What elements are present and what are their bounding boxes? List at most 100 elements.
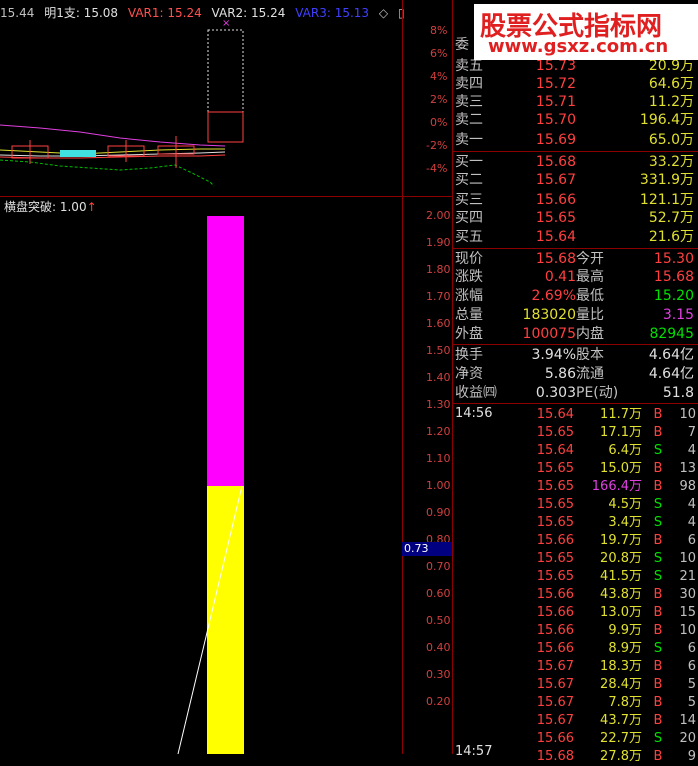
ma-line-magenta [0,124,226,147]
y-tick: 0.20 [426,695,451,708]
y-tick: 0.40 [426,641,451,654]
tick-price: 15.67 [536,677,574,692]
tick-volume: 28.4万 [600,677,642,692]
tick-direction: B [653,749,663,764]
stat-row: 收益㈣ 0.303 PE(动) 51.8 [455,385,694,401]
y-tick: 2% [430,93,448,106]
tick-row[interactable]: 15.65 15.0万 B 13 [452,460,698,478]
tick-row[interactable]: 15.66 13.0万 B 15 [452,604,698,622]
y-tick: 0.30 [426,668,451,681]
buy-row[interactable]: 买三 15.66 121.1万 [452,191,698,209]
tick-price: 15.65 [536,569,574,584]
y-tick: 4% [430,70,448,83]
tick-row[interactable]: 15.66 43.8万 B 30 [452,586,698,604]
tick-volume: 19.7万 [600,533,642,548]
tick-row[interactable]: 15.64 11.7万 B 10 [452,406,698,424]
tick-volume: 11.7万 [600,407,642,422]
stat-row: 总量 183020 量比 3.15 [455,307,694,323]
stat-row: 换手 3.94% 股本 4.64亿 [455,347,694,363]
tick-count: 5 [687,695,696,710]
tick-direction: B [653,479,663,494]
y-tick: 1.20 [426,425,451,438]
tick-price: 15.66 [536,731,574,746]
tick-row[interactable]: 15.65 17.1万 B 7 [452,424,698,442]
tick-row[interactable]: 15.67 7.8万 B 5 [452,694,698,712]
tick-count: 30 [679,587,696,602]
stat-row: 外盘 100075 内盘 82945 [455,326,694,342]
tick-count: 10 [679,623,696,638]
tick-direction: S [653,569,663,584]
tick-volume: 4.5万 [608,497,642,512]
tick-row[interactable]: 15.66 9.9万 B 10 [452,622,698,640]
tick-direction: B [653,659,663,674]
tick-row[interactable]: 15.65 166.4万 B 98 [452,478,698,496]
tick-volume: 15.0万 [600,461,642,476]
sell-row[interactable]: 卖一 15.69 65.0万 [452,131,698,149]
buy-row[interactable]: 买四 15.65 52.7万 [452,209,698,227]
tick-price: 15.64 [536,443,574,458]
buy-row[interactable]: 买五 15.64 21.6万 [452,228,698,246]
tick-count: 4 [687,443,696,458]
site-logo: 股票公式指标网 www.gsxz.com.cn [474,4,698,60]
tick-direction: B [653,677,663,692]
tick-count: 10 [679,551,696,566]
cursor-value-label: 0.73 [402,542,454,556]
candle-last [207,111,244,143]
tick-count: 15 [679,605,696,620]
tick-direction: B [653,587,663,602]
tick-volume: 17.1万 [600,425,642,440]
y-tick: 0.90 [426,506,451,519]
sell-row[interactable]: 卖二 15.70 196.4万 [452,111,698,129]
tick-price: 15.65 [536,497,574,512]
y-tick: 1.70 [426,290,451,303]
tick-count: 4 [687,497,696,512]
kline-chart[interactable]: × [0,0,402,196]
high-low-box [207,29,244,143]
tick-count: 7 [687,425,696,440]
tick-row[interactable]: 15.67 18.3万 B 6 [452,658,698,676]
sell-row[interactable]: 卖四 15.72 64.6万 [452,75,698,93]
y-tick: -2% [426,139,448,152]
buy-row[interactable]: 买二 15.67 331.9万 [452,171,698,189]
y-tick: 0.60 [426,587,451,600]
tick-row[interactable]: 15.67 43.7万 B 14 [452,712,698,730]
buy-row[interactable]: 买一 15.68 33.2万 [452,153,698,171]
tick-row[interactable]: 15.67 28.4万 B 5 [452,676,698,694]
tick-direction: S [653,497,663,512]
tick-row[interactable]: 15.65 20.8万 S 10 [452,550,698,568]
tick-volume: 20.8万 [600,551,642,566]
lower-axis: 2.00 1.90 1.80 1.70 1.60 1.50 1.40 1.30 … [402,196,454,754]
tick-row[interactable]: 15.65 41.5万 S 21 [452,568,698,586]
tick-volume: 7.8万 [608,695,642,710]
lower-band-dashed [0,159,215,187]
tick-price: 15.66 [536,641,574,656]
tick-price: 15.65 [536,479,574,494]
tick-price: 15.65 [536,551,574,566]
tick-row[interactable]: 15.66 19.7万 B 6 [452,532,698,550]
tick-count: 9 [687,749,696,764]
tick-row[interactable]: 15.65 3.4万 S 4 [452,514,698,532]
tick-direction: S [653,641,663,656]
tick-volume: 18.3万 [600,659,642,674]
upper-axis: 8% 6% 4% 2% 0% -2% -4% [402,0,452,196]
chart-area[interactable]: 15.44 明1支: 15.08 VAR1: 15.24 VAR2: 15.24… [0,0,454,754]
y-tick: 1.10 [426,452,451,465]
tick-volume: 8.9万 [608,641,642,656]
tick-row[interactable]: 15.65 4.5万 S 4 [452,496,698,514]
y-tick: 1.50 [426,344,451,357]
tick-row[interactable]: 15.66 8.9万 S 6 [452,640,698,658]
tick-count: 21 [679,569,696,584]
tick-row[interactable]: 15.64 6.4万 S 4 [452,442,698,460]
tick-volume: 43.8万 [600,587,642,602]
tick-direction: S [653,515,663,530]
tick-price: 15.67 [536,713,574,728]
stat-row: 现价 15.68 今开 15.30 [455,251,694,267]
candle [60,150,96,157]
tick-direction: S [653,731,663,746]
y-tick: 2.00 [426,209,451,222]
stat-row: 净资 5.86 流通 4.64亿 [455,366,694,382]
tick-price: 15.66 [536,605,574,620]
sell-row[interactable]: 卖三 15.71 11.2万 [452,93,698,111]
tick-volume: 3.4万 [608,515,642,530]
tick-price: 15.66 [536,587,574,602]
